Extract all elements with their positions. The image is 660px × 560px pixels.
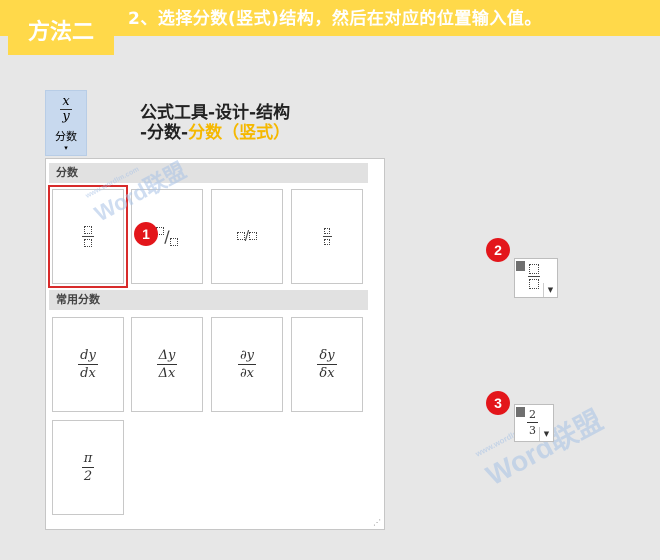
step-badge-2: 2 <box>486 238 510 262</box>
step-badge-1: 1 <box>134 222 158 246</box>
fraction-stacked-tile[interactable] <box>48 185 128 288</box>
resize-grip-icon[interactable]: ⋰ <box>373 518 381 527</box>
fraction-value[interactable]: 23 <box>527 408 538 437</box>
method-label: 方法二 <box>8 5 114 55</box>
fraction-ribbon-button[interactable]: xy 分数 ▾ <box>45 90 87 156</box>
small-fraction-icon <box>322 228 332 245</box>
drag-handle-icon[interactable] <box>516 407 525 417</box>
fraction-icon: xy <box>60 94 72 124</box>
linear-fraction-icon: / <box>236 229 258 244</box>
skewed-fraction-icon: / <box>156 227 178 246</box>
common-fraction-partial[interactable]: ∂y ∂x <box>211 317 283 412</box>
filled-fraction-widget[interactable]: 23 ▼ <box>514 404 554 442</box>
dropdown-arrow-icon[interactable]: ▼ <box>539 427 553 441</box>
step-badge-3: 3 <box>486 391 510 415</box>
fraction-small-tile[interactable] <box>291 189 363 284</box>
common-fraction-dy-dx[interactable]: dy dx <box>52 317 124 412</box>
fraction-linear-tile[interactable]: / <box>211 189 283 284</box>
menu-path-instruction: 公式工具-设计-结构 -分数-分数（竖式） <box>140 103 291 143</box>
highlighted-option: 分数（竖式） <box>188 123 291 143</box>
common-fraction-pi-over-2[interactable]: π2 <box>52 420 124 515</box>
stacked-fraction-icon <box>82 226 94 247</box>
drag-handle-icon[interactable] <box>516 261 525 271</box>
fraction-gallery: 分数 / / 常用分数 dy dx Δy Δx ∂y ∂x δy δx π2 ⋰ <box>45 158 385 530</box>
section-header-common-fraction: 常用分数 <box>49 290 368 310</box>
common-fraction-small-delta[interactable]: δy δx <box>291 317 363 412</box>
chevron-down-icon: ▾ <box>64 144 68 152</box>
common-fraction-delta[interactable]: Δy Δx <box>131 317 203 412</box>
fraction-button-label: 分数 <box>55 130 77 143</box>
section-header-fraction: 分数 <box>49 163 368 183</box>
fraction-placeholder[interactable] <box>528 264 540 289</box>
empty-fraction-widget[interactable]: ▼ <box>514 258 558 298</box>
step-title: 2、选择分数(竖式)结构，然后在对应的位置输入值。 <box>128 9 542 29</box>
dropdown-arrow-icon[interactable]: ▼ <box>543 283 557 297</box>
